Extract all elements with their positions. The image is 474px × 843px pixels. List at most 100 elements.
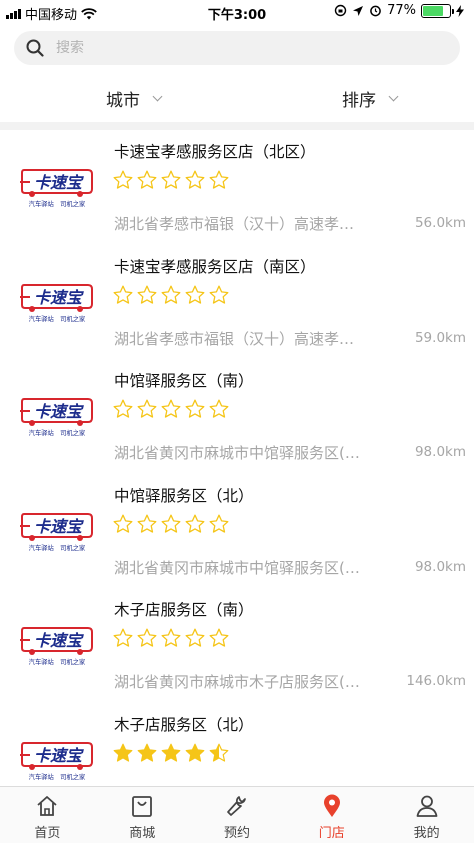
tab-label: 门店 [318,826,345,841]
user-icon [416,795,437,817]
tab-shopping-bag[interactable]: 商城 [95,787,190,843]
city-filter[interactable]: 城市 [106,86,163,111]
city-filter-label: 城市 [106,91,140,111]
svg-text:汽车驿站 司机之家: 汽车驿站 司机之家 [29,657,86,666]
star-empty-icon [113,170,133,189]
star-empty-icon [185,514,205,533]
tab-location-pin[interactable]: 门店 [284,787,379,843]
star-empty-icon [185,399,205,418]
store-list: 卡速宝 汽车驿站 司机之家 卡速宝孝感服务区店（北区） 湖北省孝感市福银（汉十）高… [0,130,474,786]
sort-filter[interactable]: 排序 [342,86,399,111]
kasubao-logo: 卡速宝 汽车驿站 司机之家 [20,627,93,666]
wrench-icon [227,796,246,816]
svg-text:卡速宝: 卡速宝 [34,173,84,192]
tab-home[interactable]: 首页 [0,787,95,843]
star-empty-icon [113,399,133,418]
status-bar: 中国移动 下午3:00 77% [0,0,474,24]
star-empty-icon [137,514,157,533]
alarm-icon [370,5,381,17]
store-address: 湖北省孝感市福银（汉十）高速孝… [114,329,355,348]
store-address: 湖北省黄冈市麻城市木子店服务区(… [114,673,360,691]
svg-text:汽车驿站 司机之家: 汽车驿站 司机之家 [29,543,86,552]
tab-label: 预约 [223,826,250,841]
store-address: 湖北省黄冈市麻城市中馆驿服务区(… [114,558,360,577]
star-empty-icon [209,285,229,304]
star-empty-icon [161,285,181,304]
svg-text:卡速宝: 卡速宝 [34,517,84,536]
tab-wrench[interactable]: 预约 [190,787,285,843]
store-address: 湖北省黄冈市麻城市中馆驿服务区(… [114,444,360,462]
svg-text:卡速宝: 卡速宝 [34,288,84,307]
store-name: 卡速宝孝感服务区店（北区） [114,143,316,161]
star-empty-icon [137,285,157,304]
charging-bolt-icon [456,4,464,17]
store-distance: 56.0km [414,215,466,231]
star-filled-icon [185,743,205,762]
tab-label: 我的 [413,826,440,841]
star-rating [113,399,229,419]
store-name: 卡速宝孝感服务区店（南区） [114,257,316,276]
star-empty-icon [209,399,229,418]
store-distance: 59.0km [414,329,466,346]
filter-bar: 城市 排序 [0,78,474,120]
star-rating [113,628,229,648]
star-empty-icon [113,514,133,533]
kasubao-logo: 卡速宝 汽车驿站 司机之家 [20,512,93,552]
tab-user[interactable]: 我的 [379,787,474,843]
store-distance: 146.0km [406,673,466,689]
star-empty-icon [137,399,157,418]
tab-label: 商城 [129,826,156,841]
search-icon [26,39,44,57]
star-rating [113,170,229,190]
star-rating [113,743,229,763]
store-distance: 98.0km [414,558,466,575]
star-empty-icon [137,170,157,189]
store-name: 中馆驿服务区（北） [114,486,254,505]
star-empty-icon [161,514,181,533]
battery-icon [421,3,454,18]
orientation-lock-icon [334,4,347,17]
svg-text:汽车驿站 司机之家: 汽车驿站 司机之家 [29,428,86,437]
tab-bar: 首页 商城 预约 门店 我的 [0,786,474,843]
svg-text:汽车驿站 司机之家: 汽车驿站 司机之家 [29,772,86,781]
star-empty-icon [161,399,181,418]
search-input[interactable] [56,40,416,56]
chevron-down-icon [388,91,399,102]
star-empty-icon [113,628,133,647]
store-name: 中馆驿服务区（南） [114,372,254,390]
star-filled-icon [137,743,157,762]
store-list-item[interactable]: 卡速宝 汽车驿站 司机之家 木子店服务区（北） [0,703,474,787]
store-list-item[interactable]: 卡速宝 汽车驿站 司机之家 木子店服务区（南） 湖北省黄冈市麻城市木子店服务区(…… [0,588,474,702]
kasubao-logo: 卡速宝 汽车驿站 司机之家 [20,398,93,437]
location-arrow-icon [353,5,364,16]
chevron-down-icon [152,91,163,102]
location-pin-icon [323,794,340,817]
search-bar[interactable] [14,31,460,65]
star-empty-icon [185,170,205,189]
svg-text:卡速宝: 卡速宝 [34,746,84,765]
kasubao-logo: 卡速宝 汽车驿站 司机之家 [20,741,93,781]
sort-filter-label: 排序 [342,91,376,111]
store-list-item[interactable]: 卡速宝 汽车驿站 司机之家 中馆驿服务区（南） 湖北省黄冈市麻城市中馆驿服务区(…… [0,359,474,473]
star-empty-icon [209,170,229,189]
star-empty-icon [161,628,181,647]
store-list-item[interactable]: 卡速宝 汽车驿站 司机之家 卡速宝孝感服务区店（北区） 湖北省孝感市福银（汉十）高… [0,130,474,244]
star-empty-icon [161,170,181,189]
shopping-bag-icon [132,796,153,817]
star-empty-icon [185,285,205,304]
store-list-item[interactable]: 卡速宝 汽车驿站 司机之家 中馆驿服务区（北） 湖北省黄冈市麻城市中馆驿服务区(…… [0,474,474,588]
star-filled-icon [113,743,133,762]
home-icon [37,796,57,816]
svg-text:卡速宝: 卡速宝 [34,402,84,421]
svg-text:汽车驿站 司机之家: 汽车驿站 司机之家 [29,199,86,208]
star-rating [113,514,229,534]
star-filled-icon [161,743,181,762]
kasubao-logo: 卡速宝 汽车驿站 司机之家 [20,169,93,208]
store-address: 湖北省孝感市福银（汉十）高速孝… [114,215,355,233]
svg-text:汽车驿站 司机之家: 汽车驿站 司机之家 [29,314,86,323]
battery-percent: 77% [387,3,416,18]
store-distance: 98.0km [414,444,466,460]
store-list-item[interactable]: 卡速宝 汽车驿站 司机之家 卡速宝孝感服务区店（南区） 湖北省孝感市福银（汉十）高… [0,245,474,359]
star-empty-icon [185,628,205,647]
store-name: 木子店服务区（北） [114,715,254,734]
